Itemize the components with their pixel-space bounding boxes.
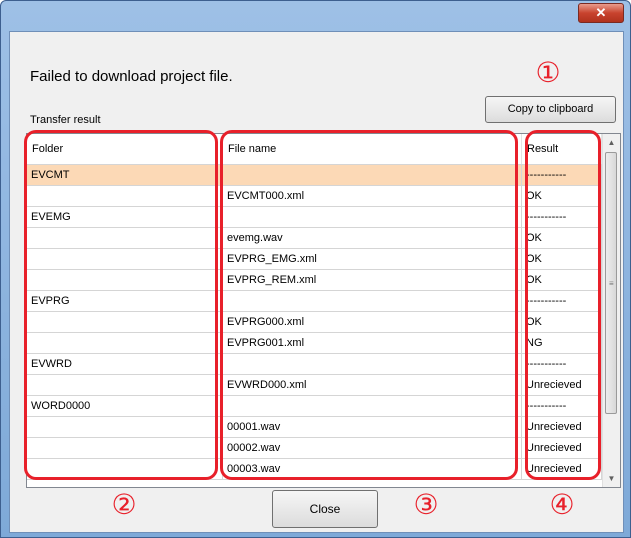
callout-number-1: ① — [535, 56, 561, 89]
callout-box-folder — [24, 130, 218, 480]
transfer-result-label: Transfer result — [30, 114, 101, 126]
callout-number-3: ③ — [413, 488, 439, 521]
callout-box-result — [525, 130, 601, 480]
close-button[interactable]: Close — [272, 490, 378, 528]
title-bar[interactable]: ✕ — [1, 1, 630, 31]
copy-to-clipboard-button[interactable]: Copy to clipboard — [485, 96, 616, 123]
error-message: Failed to download project file. — [30, 68, 233, 85]
grip-icon: ≡ — [609, 279, 614, 288]
vertical-scrollbar[interactable]: ▲ ≡ ▼ — [602, 134, 620, 487]
window-close-button[interactable]: ✕ — [578, 3, 624, 23]
callout-box-file-name — [220, 130, 518, 480]
scrollbar-thumb[interactable]: ≡ — [605, 152, 617, 414]
scroll-up-arrow-icon[interactable]: ▲ — [603, 134, 620, 151]
scroll-down-arrow-icon[interactable]: ▼ — [603, 470, 620, 487]
callout-number-4: ④ — [549, 488, 575, 521]
callout-number-2: ② — [111, 488, 137, 521]
